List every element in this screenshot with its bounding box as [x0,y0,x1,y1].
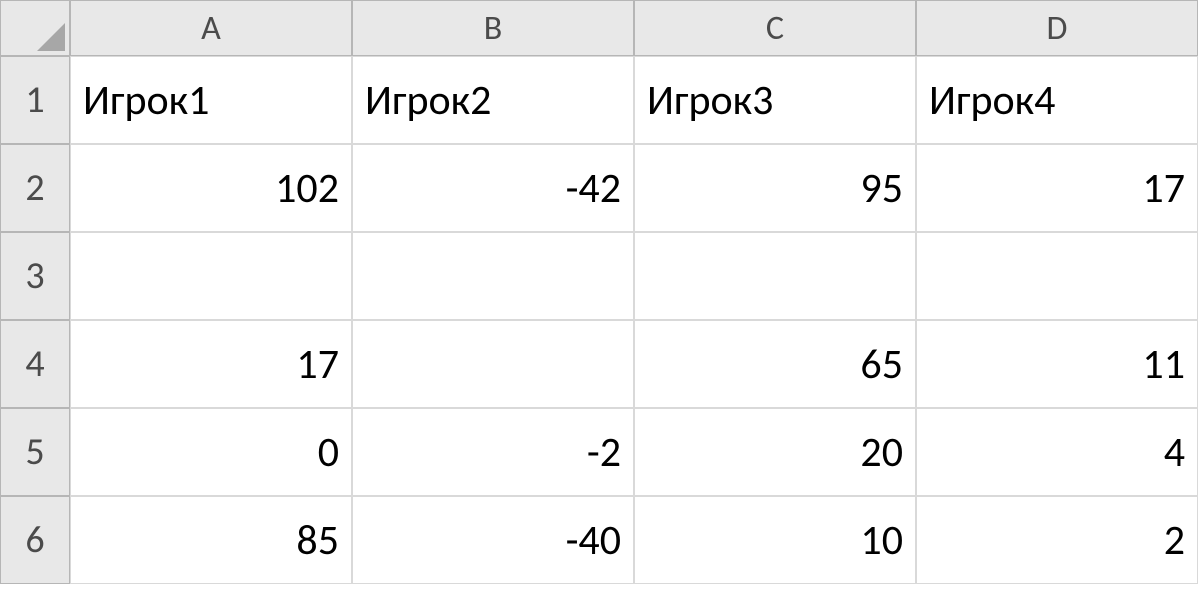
cell-B5[interactable]: -2 [352,408,634,496]
cell-B6[interactable]: -40 [352,496,634,584]
spreadsheet-grid: A B C D 1 Игрок1 Игрок2 Игрок3 Игрок4 2 … [0,0,1200,584]
cell-C3[interactable] [634,232,916,320]
cell-A2[interactable]: 102 [70,144,352,232]
cell-D2[interactable]: 17 [916,144,1198,232]
cell-B1[interactable]: Игрок2 [352,56,634,144]
cell-B4[interactable] [352,320,634,408]
col-header-D[interactable]: D [916,0,1198,56]
row-header-1[interactable]: 1 [0,56,70,144]
cell-B3[interactable] [352,232,634,320]
cell-D4[interactable]: 11 [916,320,1198,408]
cell-D3[interactable] [916,232,1198,320]
cell-D1[interactable]: Игрок4 [916,56,1198,144]
row-header-6[interactable]: 6 [0,496,70,584]
cell-D6[interactable]: 2 [916,496,1198,584]
row-header-2[interactable]: 2 [0,144,70,232]
cell-C2[interactable]: 95 [634,144,916,232]
cell-A5[interactable]: 0 [70,408,352,496]
cell-C4[interactable]: 65 [634,320,916,408]
cell-B2[interactable]: -42 [352,144,634,232]
cell-A6[interactable]: 85 [70,496,352,584]
row-header-3[interactable]: 3 [0,232,70,320]
cell-C5[interactable]: 20 [634,408,916,496]
cell-A3[interactable] [70,232,352,320]
select-all-corner[interactable] [0,0,70,56]
col-header-C[interactable]: C [634,0,916,56]
cell-C6[interactable]: 10 [634,496,916,584]
col-header-B[interactable]: B [352,0,634,56]
cell-A1[interactable]: Игрок1 [70,56,352,144]
cell-C1[interactable]: Игрок3 [634,56,916,144]
col-header-A[interactable]: A [70,0,352,56]
cell-D5[interactable]: 4 [916,408,1198,496]
cell-A4[interactable]: 17 [70,320,352,408]
row-header-5[interactable]: 5 [0,408,70,496]
row-header-4[interactable]: 4 [0,320,70,408]
